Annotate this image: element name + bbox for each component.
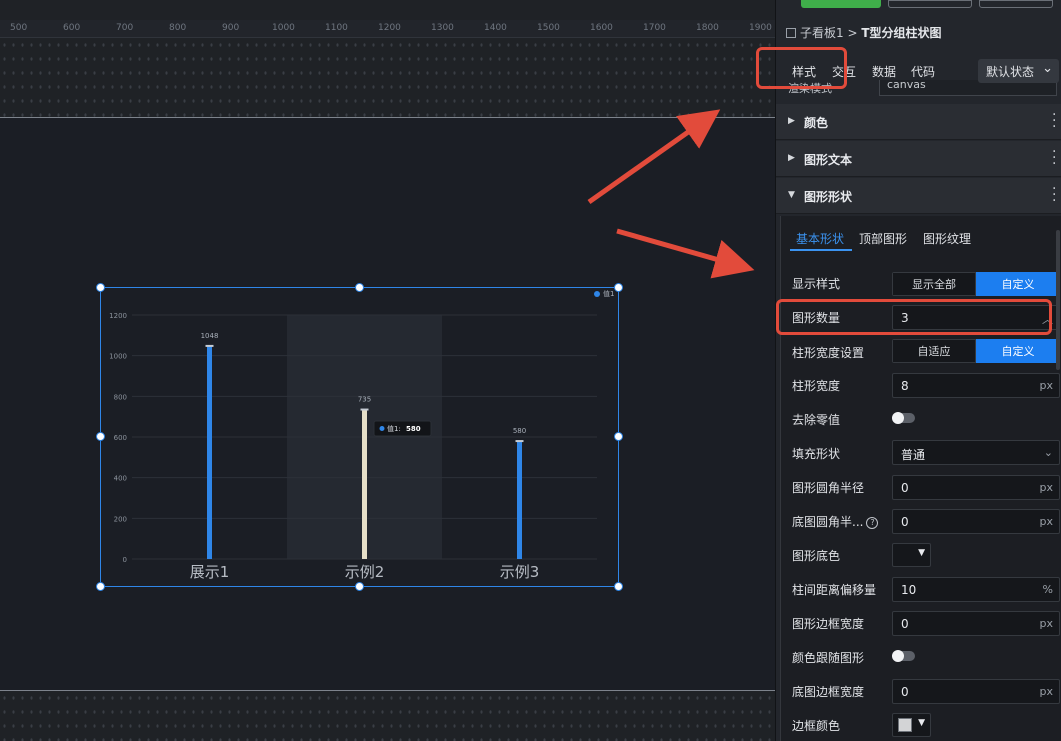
resize-handle-tl[interactable] [96,283,105,292]
resize-handle-tr[interactable] [614,283,623,292]
unit-label: % [1042,583,1053,596]
bg-border-width-label: 底图边框宽度 [792,685,865,699]
bg-corner-radius-value: 0 [901,515,909,529]
bar-gap-offset-input[interactable]: 10% [892,577,1060,602]
color-follow-label: 颜色跟随图形 [792,651,865,665]
breadcrumb: 子看板1 > T型分组柱状图 [786,24,942,41]
resize-handle-r[interactable] [614,432,623,441]
collapse-arrow-icon: ▼ [788,190,795,200]
section-title: 颜色 [804,116,829,130]
unit-label: px [1039,685,1054,698]
bar-width-label: 柱形宽度 [792,379,841,393]
custom-option[interactable]: 自定义 [976,339,1060,363]
bg-border-width-input[interactable]: 0 px [892,679,1060,704]
section-shape-text[interactable]: ▶ 图形文本 · · · [776,141,1061,177]
display-style-label: 显示样式 [792,277,841,291]
bg-corner-radius-input[interactable]: 0 px [892,509,1060,534]
caret-down-icon: ▼ [918,548,925,558]
export-button[interactable] [979,0,1053,8]
shape-count-highlight-box [776,299,1052,335]
unit-label: px [1039,515,1054,528]
section-color[interactable]: ▶ 颜色 · · · [776,104,1061,140]
resize-handle-bl[interactable] [96,582,105,591]
section-shape[interactable]: ▼ 图形形状 · · · [776,178,1061,214]
fill-shape-value: 普通 [901,448,926,462]
display-all-option[interactable]: 显示全部 [892,272,976,296]
app-root: 500 600 700 800 900 1000 1100 1200 1300 … [0,0,1061,741]
help-icon[interactable]: ? [866,517,879,529]
unit-label: px [1039,481,1054,494]
breadcrumb-separator: > [847,26,858,40]
fill-shape-select[interactable]: 普通 ⌄ [892,440,1060,465]
board-icon [786,28,796,38]
bar-gap-offset-value: 10 [901,583,917,597]
chevron-down-icon: ⌄ [1043,446,1053,459]
resize-handle-t[interactable] [355,283,364,292]
expand-arrow-icon: ▶ [788,153,795,163]
tabs-highlight-box [756,47,847,89]
property-panel: 子看板1 > T型分组柱状图 渲染模式 canvas 样式 交互 数据 代码 默… [775,0,1061,741]
bar-gap-offset-label: 柱间距离偏移量 [792,583,877,597]
chevron-down-icon: ⌄ [1042,61,1053,76]
resize-handle-l[interactable] [96,432,105,441]
bg-color-picker[interactable]: ▼ [892,543,931,567]
tab-code[interactable]: 代码 [911,63,935,80]
border-width-input[interactable]: 0 px [892,611,1060,636]
subtab-basic-shape[interactable]: 基本形状 [796,230,844,247]
bg-color-label: 图形底色 [792,549,841,563]
section-title: 图形形状 [804,190,853,204]
subtab-shape-texture[interactable]: 图形纹理 [923,230,971,247]
more-menu-icon[interactable]: · · · [1052,108,1056,134]
bg-corner-radius-label: 底图圆角半...? [792,513,879,530]
bar-width-setting-toggle: 自适应 自定义 [892,339,1060,363]
bar-width-value: 8 [901,379,909,393]
bg-corner-radius-text: 底图圆角半... [792,515,864,529]
resize-handle-br[interactable] [614,582,623,591]
section-title: 图形文本 [804,153,853,167]
subtab-top-shape[interactable]: 顶部图形 [859,230,907,247]
display-custom-option[interactable]: 自定义 [976,272,1060,296]
caret-down-icon: ▼ [918,718,925,728]
border-color-picker[interactable]: ▼ [892,713,931,737]
border-width-value: 0 [901,617,909,631]
corner-radius-input[interactable]: 0 px [892,475,1060,500]
bar-width-input[interactable]: 8 px [892,373,1060,398]
preview-button[interactable] [888,0,972,8]
bar-width-setting-label: 柱形宽度设置 [792,346,865,360]
bg-border-width-value: 0 [901,685,909,699]
fill-shape-label: 填充形状 [792,447,841,461]
state-select-value: 默认状态 [986,65,1035,79]
resize-handle-b[interactable] [355,582,364,591]
remove-zero-label: 去除零值 [792,413,841,427]
breadcrumb-parent[interactable]: 子看板1 [800,26,844,40]
corner-radius-label: 图形圆角半径 [792,481,865,495]
expand-arrow-icon: ▶ [788,116,795,126]
border-width-label: 图形边框宽度 [792,617,865,631]
unit-label: px [1039,379,1054,392]
shape-settings: 基本形状 顶部图形 图形纹理 显示样式 显示全部 自定义 图形数量 3 ︿ 柱形宽… [780,216,1061,741]
more-menu-icon[interactable]: · · · [1052,182,1056,208]
more-menu-icon[interactable]: · · · [1052,145,1056,171]
corner-radius-value: 0 [901,481,909,495]
tab-data[interactable]: 数据 [872,63,896,80]
breadcrumb-current: T型分组柱状图 [861,26,942,40]
display-style-toggle: 显示全部 自定义 [892,272,1060,296]
save-button[interactable] [801,0,881,8]
selection-frame[interactable] [100,287,619,587]
border-color-label: 边框颜色 [792,719,841,733]
adaptive-option[interactable]: 自适应 [892,339,976,363]
state-select[interactable]: 默认状态 ⌄ [978,59,1059,83]
remove-zero-toggle[interactable] [892,412,915,424]
unit-label: px [1039,617,1054,630]
color-swatch [898,718,912,732]
panel-scrollbar[interactable] [1056,230,1060,370]
color-follow-toggle[interactable] [892,650,915,662]
subtab-underline [790,249,852,251]
